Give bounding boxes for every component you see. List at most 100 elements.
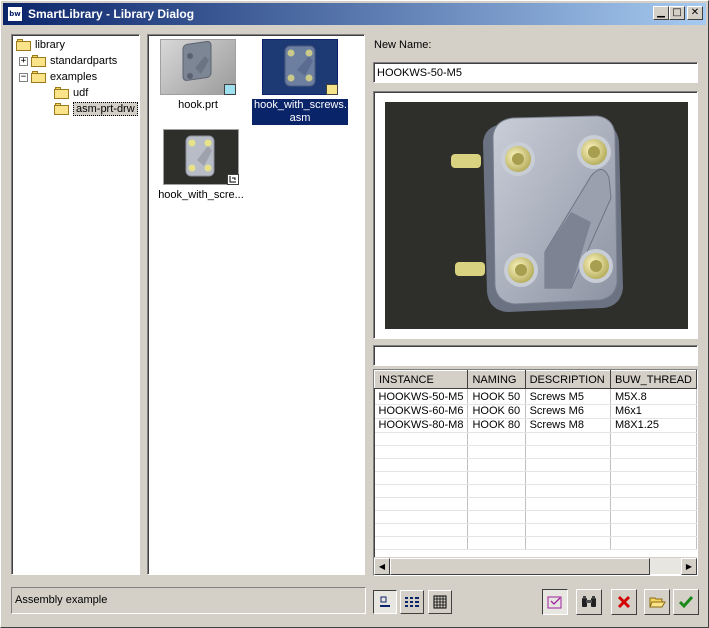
arrow-left-icon: ◀ [378, 562, 386, 571]
column-header-instance[interactable]: INSTANCE [374, 370, 469, 389]
details-view-icon [433, 595, 447, 609]
file-thumbnail [262, 39, 338, 95]
tree-item-library[interactable]: library [16, 37, 65, 53]
expand-icon[interactable]: + [19, 56, 28, 66]
scroll-right-button[interactable]: ▶ [681, 558, 697, 575]
folder-icon [31, 55, 47, 67]
minimize-icon: ▁ [657, 7, 665, 18]
empty-row [374, 510, 697, 524]
table-row[interactable]: HOOKWS-80-M8 HOOK 80 Screws M8 M8X1.25 [374, 418, 697, 433]
empty-row [374, 471, 697, 485]
empty-row [374, 536, 697, 550]
table-cell: Screws M6 [525, 404, 611, 419]
new-name-input[interactable] [373, 62, 698, 83]
file-list[interactable]: hook.prt hook_with_screws. asm hook_with… [147, 34, 365, 575]
minimize-button[interactable]: ▁ [653, 6, 669, 20]
column-header-buw-thread[interactable]: BUW_THREAD [609, 370, 697, 389]
filter-input[interactable] [373, 345, 698, 366]
tree-item-label: asm-prt-drw [73, 102, 138, 116]
window-controls: ▁ □ ✕ [653, 6, 703, 20]
file-label: hook.prt [178, 99, 218, 111]
tree-item-standardparts[interactable]: + standardparts [19, 53, 117, 69]
edit-icon [547, 596, 562, 609]
ok-icon [678, 596, 694, 609]
table-row[interactable]: HOOKWS-50-M5 HOOK 50 Screws M5 M5X.8 [374, 388, 697, 405]
empty-row [374, 445, 697, 459]
file-thumbnail [160, 39, 236, 95]
maximize-button[interactable]: □ [669, 6, 685, 20]
table-cell: HOOKWS-60-M6 [374, 404, 469, 419]
close-icon: ✕ [690, 7, 700, 18]
empty-row [374, 523, 697, 537]
folder-tree[interactable]: library + standardparts − examples udf a… [11, 34, 140, 575]
table-cell: HOOKWS-50-M5 [374, 388, 469, 405]
tree-item-examples[interactable]: − examples [19, 69, 97, 85]
table-cell: M6x1 [610, 404, 697, 419]
tree-item-label: udf [73, 87, 89, 99]
folder-icon [16, 39, 32, 51]
search-button[interactable] [576, 589, 602, 615]
scroll-thumb[interactable] [390, 558, 650, 575]
maximize-icon: □ [672, 7, 682, 18]
part-icon [224, 84, 236, 95]
file-label: hook_with_scre... [158, 189, 244, 201]
file-item-hook-with-screws-asm[interactable]: hook_with_screws. asm [252, 39, 348, 125]
table-cell: HOOKWS-80-M8 [374, 418, 469, 433]
collapse-icon[interactable]: − [19, 72, 28, 82]
table-cell: M5X.8 [610, 388, 697, 405]
open-folder-icon [649, 597, 666, 608]
details-view-button[interactable] [428, 590, 452, 614]
file-item-hook-prt[interactable]: hook.prt [158, 39, 238, 111]
app-icon: bw [7, 6, 23, 22]
empty-row [374, 432, 697, 446]
tree-item-label: library [35, 39, 65, 51]
file-label: hook_with_screws. asm [252, 99, 348, 125]
preview-viewport [385, 102, 688, 329]
tree-item-label: standardparts [50, 55, 118, 67]
title-bar[interactable]: bw SmartLibrary - Library Dialog ▁ □ ✕ [3, 3, 706, 25]
table-cell: HOOK 50 [467, 388, 526, 405]
folder-icon [54, 87, 70, 99]
library-dialog: bw SmartLibrary - Library Dialog ▁ □ ✕ l… [0, 0, 709, 628]
large-icons-view-icon [380, 596, 390, 607]
column-header-description[interactable]: DESCRIPTION [524, 370, 611, 389]
tree-item-label: examples [50, 71, 98, 83]
assembly-icon [326, 84, 338, 95]
new-name-label: New Name: [374, 39, 432, 51]
search-icon [582, 596, 596, 607]
tree-item-udf[interactable]: udf [54, 85, 88, 101]
empty-row [374, 458, 697, 472]
table-row[interactable]: HOOKWS-60-M6 HOOK 60 Screws M6 M6x1 [374, 404, 697, 419]
large-icons-view-button[interactable] [373, 590, 397, 614]
hook-assembly-image [451, 115, 623, 312]
arrow-right-icon: ▶ [685, 562, 693, 571]
table-cell: Screws M5 [525, 388, 611, 405]
file-thumbnail [163, 129, 239, 185]
instance-grid: INSTANCE NAMING DESCRIPTION BUW_THREAD H… [374, 370, 697, 550]
table-header-row: INSTANCE NAMING DESCRIPTION BUW_THREAD [374, 370, 697, 389]
window-title: SmartLibrary - Library Dialog [28, 7, 195, 21]
empty-row [374, 484, 697, 498]
model-preview[interactable] [373, 91, 698, 339]
horizontal-scrollbar[interactable]: ◀ ▶ [374, 557, 697, 575]
table-cell: M8X1.25 [610, 418, 697, 433]
table-cell: HOOK 80 [467, 418, 526, 433]
tree-item-asm-prt-drw[interactable]: asm-prt-drw [54, 101, 138, 117]
edit-button[interactable] [542, 589, 568, 615]
column-header-naming[interactable]: NAMING [467, 370, 526, 389]
ok-button[interactable] [673, 589, 699, 615]
cancel-icon [617, 595, 631, 609]
open-folder-button[interactable] [644, 589, 670, 615]
list-view-icon [405, 597, 419, 607]
open-folder-icon [54, 103, 70, 115]
scroll-left-button[interactable]: ◀ [374, 558, 390, 575]
close-button[interactable]: ✕ [687, 6, 703, 20]
file-item-hook-with-screws-drw[interactable]: hook_with_scre... [156, 129, 246, 201]
status-bar: Assembly example [11, 587, 366, 614]
drawing-icon [227, 174, 239, 185]
cancel-button[interactable] [611, 589, 637, 615]
list-view-button[interactable] [400, 590, 424, 614]
instance-table[interactable]: INSTANCE NAMING DESCRIPTION BUW_THREAD H… [373, 369, 698, 576]
empty-row [374, 497, 697, 511]
table-cell: HOOK 60 [467, 404, 526, 419]
